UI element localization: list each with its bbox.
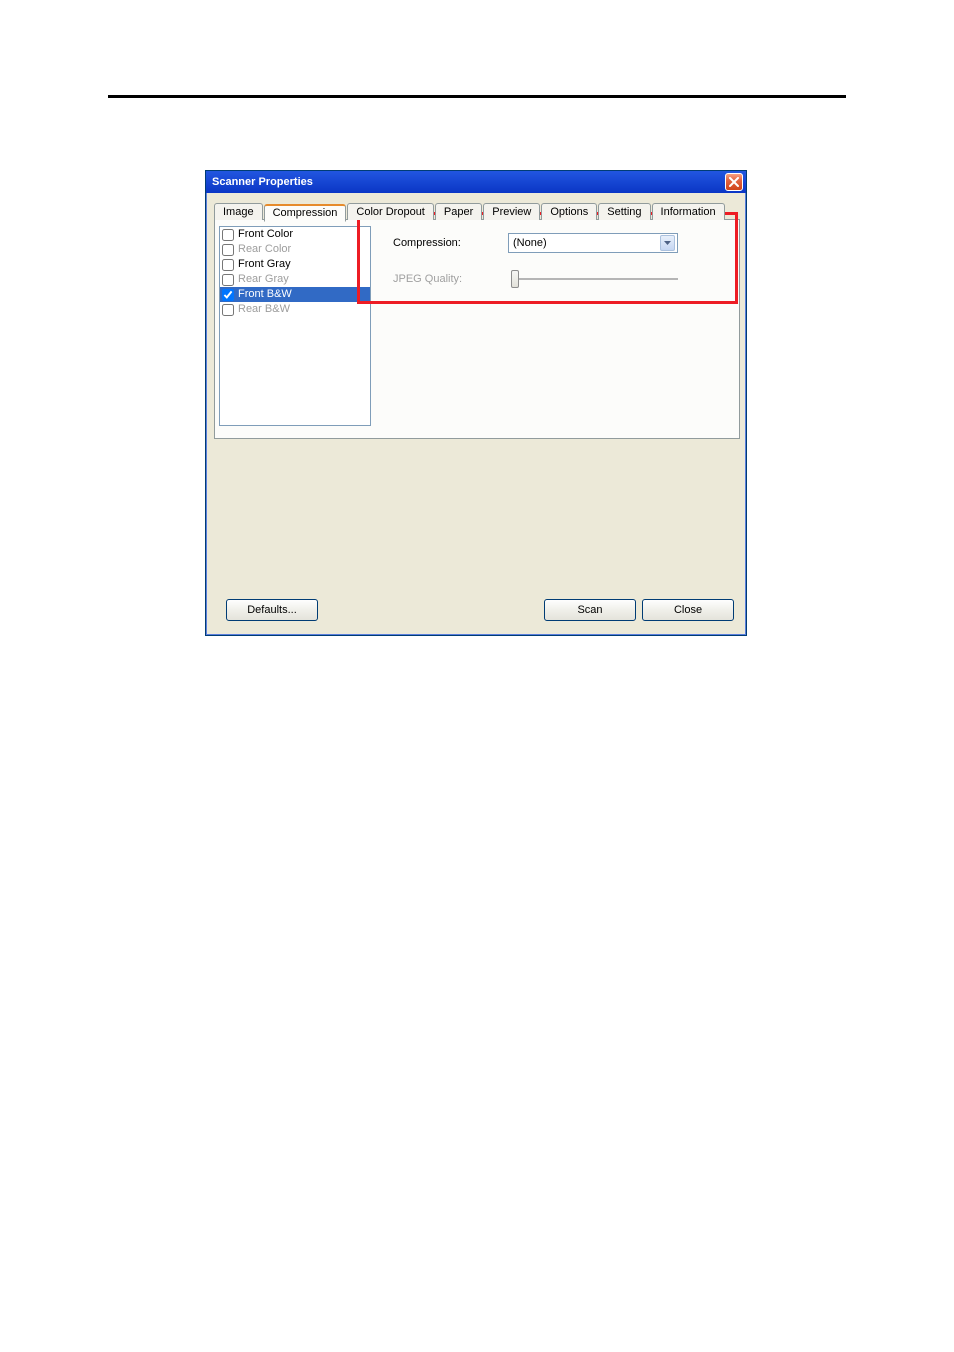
tab-color-dropout[interactable]: Color Dropout <box>347 203 433 220</box>
compression-label: Compression: <box>393 237 508 249</box>
rear-gray-checkbox[interactable] <box>222 274 234 286</box>
close-icon[interactable] <box>725 173 743 191</box>
slider-track <box>514 278 678 280</box>
tab-setting[interactable]: Setting <box>598 203 650 220</box>
source-item-rear-bw[interactable]: Rear B&W <box>220 302 370 317</box>
compression-panel: Front Color Rear Color Front Gray Rear G… <box>214 219 740 439</box>
rear-bw-checkbox[interactable] <box>222 304 234 316</box>
source-item-rear-color[interactable]: Rear Color <box>220 242 370 257</box>
titlebar: Scanner Properties <box>206 171 746 193</box>
tab-preview[interactable]: Preview <box>483 203 540 220</box>
source-item-front-color[interactable]: Front Color <box>220 227 370 242</box>
jpeg-quality-row: JPEG Quality: <box>393 268 727 290</box>
tab-options[interactable]: Options <box>541 203 597 220</box>
jpeg-quality-slider <box>508 269 678 289</box>
scanner-properties-dialog: Scanner Properties Image Compression Col… <box>205 170 747 636</box>
compression-value: (None) <box>513 237 660 249</box>
page-separator <box>108 95 846 98</box>
defaults-button[interactable]: Defaults... <box>226 599 318 621</box>
settings-area: Compression: (None) JPEG Quality: <box>377 220 739 438</box>
chevron-down-icon <box>660 235 675 251</box>
tab-strip: Image Compression Color Dropout Paper Pr… <box>214 201 740 220</box>
jpeg-quality-label: JPEG Quality: <box>393 273 508 285</box>
front-color-checkbox[interactable] <box>222 229 234 241</box>
compression-dropdown[interactable]: (None) <box>508 233 678 253</box>
front-bw-checkbox[interactable] <box>222 289 234 301</box>
front-gray-checkbox[interactable] <box>222 259 234 271</box>
source-item-rear-gray[interactable]: Rear Gray <box>220 272 370 287</box>
tab-image[interactable]: Image <box>214 203 263 220</box>
source-item-front-bw[interactable]: Front B&W <box>220 287 370 302</box>
slider-thumb <box>511 270 519 288</box>
close-button[interactable]: Close <box>642 599 734 621</box>
tab-compression[interactable]: Compression <box>264 204 347 222</box>
dialog-body: Image Compression Color Dropout Paper Pr… <box>206 193 746 635</box>
source-item-front-gray[interactable]: Front Gray <box>220 257 370 272</box>
rear-color-checkbox[interactable] <box>222 244 234 256</box>
compression-row: Compression: (None) <box>393 232 727 254</box>
dialog-title: Scanner Properties <box>212 176 313 188</box>
tab-paper[interactable]: Paper <box>435 203 482 220</box>
source-list[interactable]: Front Color Rear Color Front Gray Rear G… <box>219 226 371 426</box>
scan-button[interactable]: Scan <box>544 599 636 621</box>
button-row: Defaults... Scan Close <box>214 439 740 627</box>
tab-information[interactable]: Information <box>652 203 725 220</box>
